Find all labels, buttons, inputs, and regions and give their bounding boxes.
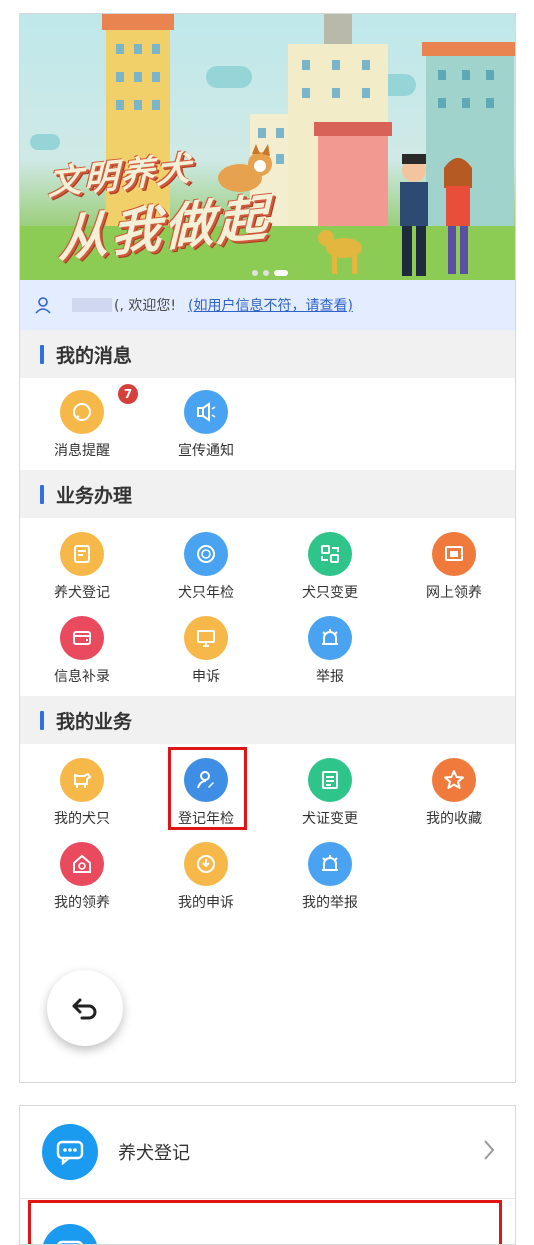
- row-label: 养犬登记: [118, 1143, 190, 1164]
- divider: [20, 1198, 515, 1199]
- dog-illustration: [318, 230, 362, 274]
- item-label: 养犬登记: [54, 585, 110, 601]
- mine-item-my-dogs[interactable]: 我的犬只: [20, 746, 144, 830]
- item-label: 犬只变更: [302, 585, 358, 601]
- monitor-icon: [184, 616, 228, 660]
- section-title: 我的消息: [56, 344, 133, 367]
- item-label: 举报: [316, 669, 344, 685]
- banner-slogan: 文明养犬 从我做起: [48, 132, 270, 272]
- business-item-supplement[interactable]: 信息补录: [20, 604, 144, 688]
- item-label: 我的举报: [302, 895, 358, 911]
- highlight-box: [28, 1200, 502, 1244]
- back-button[interactable]: [47, 970, 123, 1046]
- chevron-right-icon: [484, 1140, 495, 1160]
- messages-item-reminder[interactable]: 7 消息提醒: [20, 378, 144, 462]
- chat-bubble-icon: [42, 1124, 98, 1180]
- mine-item-my-adoption[interactable]: 我的领养: [20, 830, 144, 914]
- home-icon: [60, 842, 104, 886]
- megaphone-icon: [184, 390, 228, 434]
- download-circle-icon: [184, 842, 228, 886]
- message-bubble-icon: 7: [60, 384, 138, 434]
- alarm-light-icon: [308, 842, 352, 886]
- business-item-report[interactable]: 举报: [268, 604, 392, 688]
- check-seal-icon: [184, 532, 228, 576]
- item-label: 申诉: [192, 669, 220, 685]
- service-row-registration[interactable]: 养犬登记: [20, 1106, 515, 1198]
- cloud-shape: [206, 66, 252, 88]
- section-accent-bar: [40, 484, 44, 504]
- building-illustration: [314, 122, 392, 234]
- section-header-my-business: 我的业务: [20, 696, 515, 744]
- item-label: 犬只年检: [178, 585, 234, 601]
- swap-icon: [308, 532, 352, 576]
- item-label: 我的收藏: [426, 811, 482, 827]
- business-item-appeal[interactable]: 申诉: [144, 604, 268, 688]
- unread-badge: 7: [118, 384, 138, 404]
- business-item-change[interactable]: 犬只变更: [268, 520, 392, 604]
- section-header-messages: 我的消息: [20, 330, 515, 378]
- photo-frame-icon: [432, 532, 476, 576]
- star-icon: [432, 758, 476, 802]
- user-name-redacted: [72, 298, 112, 312]
- dog-icon: [60, 758, 104, 802]
- mine-item-favorites[interactable]: 我的收藏: [392, 746, 515, 830]
- mine-item-license-change[interactable]: 犬证变更: [268, 746, 392, 830]
- business-item-adoption[interactable]: 网上领养: [392, 520, 515, 604]
- highlight-box: [168, 747, 247, 830]
- carousel-dot[interactable]: [252, 270, 258, 276]
- section-accent-bar: [40, 344, 44, 364]
- item-label: 犬证变更: [302, 811, 358, 827]
- service-list-card: 养犬登记: [19, 1105, 516, 1245]
- mobile-screen: 文明养犬 从我做起 (, 欢迎您! (如用户信息不符，请查看) 我的消息 7 消…: [19, 13, 516, 1083]
- item-label: 我的犬只: [54, 811, 110, 827]
- undo-arrow-icon: [72, 998, 97, 1020]
- item-label: 我的申诉: [178, 895, 234, 911]
- section-title: 业务办理: [56, 484, 133, 507]
- greeting-text: (, 欢迎您!: [114, 298, 176, 314]
- item-label: 我的领养: [54, 895, 110, 911]
- item-label: 信息补录: [54, 669, 110, 685]
- alarm-light-icon: [308, 616, 352, 660]
- item-label: 宣传通知: [178, 443, 234, 459]
- people-illustration: [400, 154, 472, 276]
- messages-item-notice[interactable]: 宣传通知: [144, 378, 268, 462]
- license-card-icon: [308, 758, 352, 802]
- item-label: 消息提醒: [54, 443, 110, 459]
- card-icon: [60, 616, 104, 660]
- mine-item-my-appeal[interactable]: 我的申诉: [144, 830, 268, 914]
- item-label: 网上领养: [426, 585, 482, 601]
- user-info-bar: (, 欢迎您! (如用户信息不符，请查看): [20, 280, 515, 330]
- business-item-registration[interactable]: 养犬登记: [20, 520, 144, 604]
- mine-item-my-report[interactable]: 我的举报: [268, 830, 392, 914]
- user-info-link[interactable]: (如用户信息不符，请查看): [188, 295, 353, 315]
- section-title: 我的业务: [56, 710, 133, 733]
- carousel-dots[interactable]: [252, 261, 293, 280]
- carousel-dot[interactable]: [263, 270, 269, 276]
- banner-image[interactable]: 文明养犬 从我做起: [20, 14, 515, 280]
- edit-document-icon: [60, 532, 104, 576]
- section-header-business: 业务办理: [20, 470, 515, 518]
- carousel-dot-active[interactable]: [274, 270, 288, 276]
- section-accent-bar: [40, 710, 44, 730]
- business-item-annual-check[interactable]: 犬只年检: [144, 520, 268, 604]
- cloud-shape: [30, 134, 60, 150]
- user-icon: [35, 297, 51, 314]
